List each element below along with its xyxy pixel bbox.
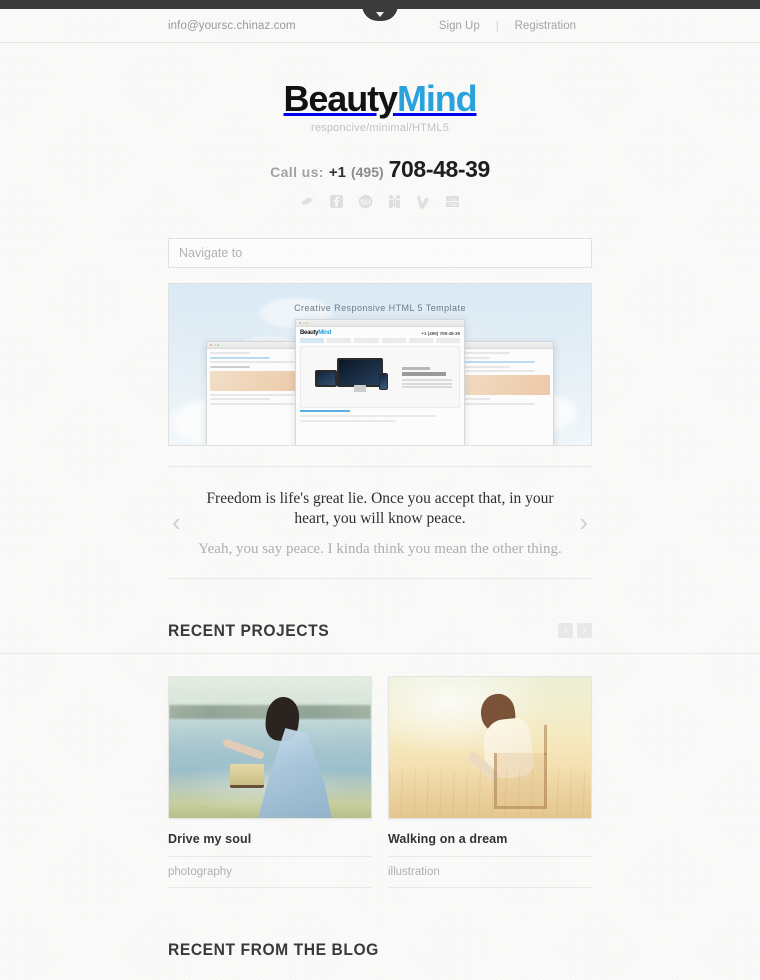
recent-blog-header: RECENT FROM THE BLOG: [0, 888, 760, 960]
mockup-header-row: BeautyMind +1 (495) 708-48-39: [296, 327, 464, 338]
monitor-device-icon: [337, 358, 383, 387]
mockup-footer-lines: [300, 415, 460, 422]
mockup-navbar: [296, 338, 464, 346]
svg-text:SU: SU: [360, 198, 370, 207]
call-us-block: Call us: +1 (495) 708-48-39: [0, 156, 760, 183]
project-category: illustration: [388, 857, 592, 888]
registration-link[interactable]: Registration: [499, 20, 592, 32]
recent-blog-header-inner: RECENT FROM THE BLOG: [168, 940, 592, 960]
recent-projects-pager: ‹ ›: [558, 623, 592, 639]
account-links: Sign Up | Registration: [423, 20, 592, 32]
navigate-select[interactable]: Navigate to: [168, 238, 592, 268]
recent-blog-title: RECENT FROM THE BLOG: [168, 939, 379, 959]
project-title[interactable]: Drive my soul: [168, 819, 372, 857]
project-photo-chair: [389, 676, 591, 818]
navigate-wrapper: Navigate to: [168, 238, 592, 268]
logo-text-accent: Mind: [396, 78, 478, 119]
mockup-hero-text: [402, 367, 454, 390]
browser-mockup-center: BeautyMind +1 (495) 708-48-39: [295, 319, 465, 445]
project-card: Drive my soul photography: [168, 675, 372, 888]
chevron-down-icon: [376, 12, 384, 17]
project-card: Walking on a dream illustration: [388, 675, 592, 888]
facebook-icon[interactable]: [328, 193, 345, 210]
phone-country-code: +1: [328, 164, 346, 181]
logo-text-primary: Beauty: [283, 78, 398, 119]
recent-projects-title: RECENT PROJECTS: [168, 620, 330, 640]
testimonial-quote: Freedom is life's great lie. Once you ac…: [206, 490, 554, 528]
mockup-accent-bar: [300, 410, 350, 412]
recent-projects-header: RECENT PROJECTS ‹ ›: [168, 579, 592, 653]
site-logo[interactable]: BeautyMind: [283, 78, 478, 119]
mockup-logo: BeautyMind: [300, 330, 332, 336]
friendfeed-icon[interactable]: [386, 193, 403, 210]
phone-number: 708-48-39: [388, 156, 491, 182]
projects-next-button[interactable]: ›: [577, 623, 592, 639]
phone-device-icon: [379, 373, 388, 390]
tablet-device-icon: [315, 370, 337, 387]
site-header: BeautyMind responcive/minimal/HTML5 Call…: [0, 43, 760, 210]
svg-text:Tube: Tube: [448, 202, 458, 207]
hero-slider[interactable]: Creative Responsive HTML 5 Template Beau…: [168, 283, 592, 446]
hero-caption: Creative Responsive HTML 5 Template: [294, 303, 466, 313]
figure-illustration: [221, 695, 339, 818]
twitter-icon[interactable]: [299, 193, 316, 210]
recent-projects-band: Drive my soul photography Walking on a d…: [0, 654, 760, 888]
testimonial-slider: ‹ › Freedom is life's great lie. Once yo…: [168, 466, 592, 579]
youtube-icon[interactable]: You Tube: [444, 193, 461, 210]
mockup-titlebar: [296, 320, 464, 327]
social-links: SU You Tube: [0, 193, 760, 210]
projects-grid: Drive my soul photography Walking on a d…: [168, 675, 592, 888]
mockup-phone: +1 (495) 708-48-39: [421, 330, 460, 336]
bag-illustration: [229, 764, 264, 789]
testimonial-response: Yeah, you say peace. I kinda think you m…: [198, 540, 562, 557]
project-category: photography: [168, 857, 372, 888]
projects-prev-button[interactable]: ‹: [558, 623, 573, 639]
project-photo-lake: [169, 676, 371, 818]
testimonial-next-arrow[interactable]: ›: [579, 509, 588, 535]
site-tagline: responcive/minimal/HTML5: [310, 122, 450, 134]
project-thumbnail[interactable]: [168, 675, 372, 819]
call-us-label: Call us:: [270, 164, 324, 180]
project-thumbnail[interactable]: [388, 675, 592, 819]
contact-email-link[interactable]: info@yoursc.chinaz.com: [168, 20, 296, 32]
phone-area-code: (495): [350, 164, 384, 180]
figure-illustration: [466, 691, 551, 807]
project-title[interactable]: Walking on a dream: [388, 819, 592, 857]
vimeo-icon[interactable]: [415, 193, 432, 210]
chair-illustration: [494, 725, 547, 810]
top-dark-bar: [0, 0, 760, 21]
mockup-hero-area: [300, 346, 460, 408]
sign-up-link[interactable]: Sign Up: [423, 20, 496, 32]
testimonial-prev-arrow[interactable]: ‹: [172, 509, 181, 535]
svg-text:You: You: [449, 196, 457, 201]
stumbleupon-icon[interactable]: SU: [357, 193, 374, 210]
